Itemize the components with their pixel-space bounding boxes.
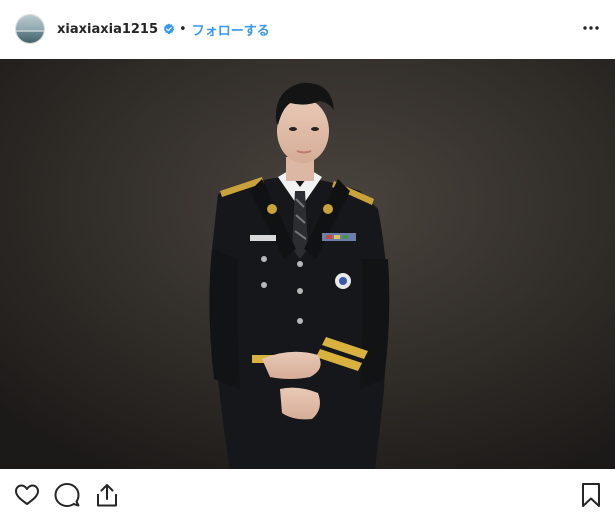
verified-badge-icon: [163, 23, 175, 35]
post-photo[interactable]: [0, 59, 615, 469]
more-options-icon[interactable]: [581, 20, 601, 36]
share-icon[interactable]: [94, 482, 120, 508]
comment-icon[interactable]: [54, 482, 80, 508]
heart-icon[interactable]: [14, 482, 40, 508]
post-header: xiaxiaxia1215 • フォローする: [0, 0, 615, 58]
bookmark-icon[interactable]: [578, 482, 604, 508]
avatar[interactable]: [15, 14, 45, 44]
post-actions: [0, 470, 615, 516]
separator-dot: •: [179, 21, 187, 37]
username-link[interactable]: xiaxiaxia1215: [57, 22, 158, 37]
instagram-post: xiaxiaxia1215 • フォローする: [0, 0, 615, 516]
follow-button[interactable]: フォローする: [192, 20, 270, 39]
